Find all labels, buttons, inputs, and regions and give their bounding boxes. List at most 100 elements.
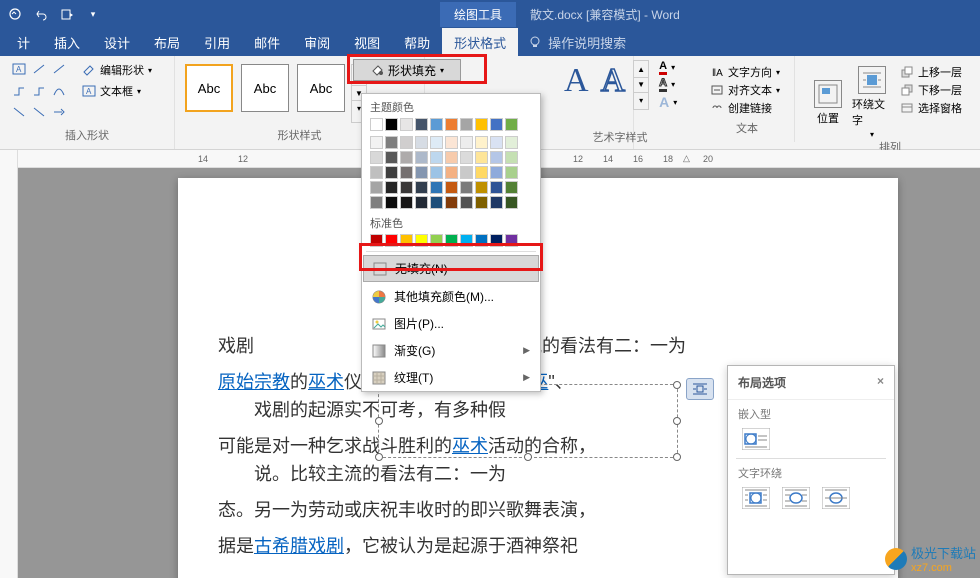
link-greek-drama[interactable]: 古希腊戏剧 [254,536,344,556]
shape-textbox-icon[interactable]: A [10,62,28,76]
color-swatch[interactable] [370,136,383,149]
color-swatch[interactable] [505,136,518,149]
wordart-fill-A[interactable]: A [564,62,589,108]
tab-view[interactable]: 视图 [342,28,392,57]
color-swatch[interactable] [490,181,503,194]
color-swatch[interactable] [400,136,413,149]
color-swatch[interactable] [460,118,473,131]
color-swatch[interactable] [385,151,398,164]
shape-line3-icon[interactable] [10,105,28,119]
selection-pane-button[interactable]: 选择窗格 [900,100,962,116]
color-swatch[interactable] [505,181,518,194]
color-swatch[interactable] [430,151,443,164]
color-swatch[interactable] [475,118,488,131]
color-swatch[interactable] [445,196,458,209]
color-swatch[interactable] [505,166,518,179]
color-swatch[interactable] [475,234,488,247]
tab-insert[interactable]: 插入 [42,28,92,57]
tab-references[interactable]: 引用 [192,28,242,57]
no-fill-item[interactable]: 无填充(N) [363,255,539,282]
resize-handle-w[interactable] [375,417,383,425]
color-swatch[interactable] [415,181,428,194]
color-swatch[interactable] [460,151,473,164]
tab-layout[interactable]: 布局 [142,28,192,57]
color-swatch[interactable] [415,151,428,164]
color-swatch[interactable] [370,196,383,209]
position-button[interactable]: 位置 [808,60,848,139]
shape-style-3[interactable]: Abc [297,64,345,112]
color-swatch[interactable] [370,234,383,247]
wa-gallery-more-icon[interactable]: ▾ [634,93,648,108]
color-swatch[interactable] [385,181,398,194]
color-swatch[interactable] [430,166,443,179]
color-swatch[interactable] [475,181,488,194]
color-swatch[interactable] [415,136,428,149]
edit-shape-button[interactable]: 编辑形状▾ [78,60,156,80]
wrap-through-icon[interactable] [822,487,850,509]
layout-options-anchor[interactable] [686,378,714,400]
textbox-button[interactable]: A文本框▾ [78,81,156,101]
create-link-button[interactable]: 创建链接 [710,100,784,116]
color-swatch[interactable] [475,166,488,179]
color-swatch[interactable] [490,136,503,149]
wrap-tight-icon[interactable] [782,487,810,509]
color-swatch[interactable] [505,151,518,164]
color-swatch[interactable] [430,181,443,194]
color-swatch[interactable] [475,151,488,164]
color-swatch[interactable] [385,118,398,131]
color-swatch[interactable] [490,166,503,179]
color-swatch[interactable] [430,196,443,209]
color-swatch[interactable] [385,136,398,149]
text-outline-button[interactable]: A▾ [659,77,677,92]
shape-fill-button[interactable]: 形状填充 ▾ [353,59,461,81]
shape-curve-icon[interactable] [50,84,68,98]
resize-handle-se[interactable] [673,453,681,461]
color-swatch[interactable] [445,166,458,179]
shape-selection[interactable] [378,384,678,458]
tab-review[interactable]: 审阅 [292,28,342,57]
text-direction-button[interactable]: ‖A文字方向▾ [710,64,784,80]
shape-line2-icon[interactable] [50,62,68,76]
wa-gallery-up-icon[interactable]: ▲ [634,63,648,78]
wrap-inline-icon[interactable] [742,428,770,450]
link-wushu1[interactable]: 巫术 [308,372,344,392]
color-swatch[interactable] [415,166,428,179]
color-swatch[interactable] [460,234,473,247]
tab-shape-format[interactable]: 形状格式 [442,28,518,57]
shape-style-1[interactable]: Abc [185,64,233,112]
wrap-text-button[interactable]: 环绕文字▾ [852,60,892,139]
color-swatch[interactable] [475,196,488,209]
color-swatch[interactable] [415,196,428,209]
color-swatch[interactable] [400,234,413,247]
color-swatch[interactable] [385,234,398,247]
color-swatch[interactable] [490,118,503,131]
color-swatch[interactable] [490,234,503,247]
color-swatch[interactable] [460,166,473,179]
color-swatch[interactable] [505,196,518,209]
shape-elbow-icon[interactable] [10,84,28,98]
color-swatch[interactable] [460,181,473,194]
color-swatch[interactable] [385,196,398,209]
send-backward-button[interactable]: 下移一层 [900,82,962,98]
close-icon[interactable]: × [877,374,884,391]
tab-mailings[interactable]: 邮件 [242,28,292,57]
color-swatch[interactable] [445,118,458,131]
redo-icon[interactable] [60,7,74,21]
color-swatch[interactable] [400,166,413,179]
resize-handle-sw[interactable] [375,453,383,461]
bring-forward-button[interactable]: 上移一层 [900,64,962,80]
color-swatch[interactable] [445,136,458,149]
qat-more-icon[interactable]: ▾ [86,7,100,21]
color-swatch[interactable] [415,234,428,247]
shape-elbow2-icon[interactable] [30,84,48,98]
wa-gallery-down-icon[interactable]: ▼ [634,78,648,93]
shapes-gallery[interactable]: A [8,60,70,127]
text-effects-button[interactable]: A▾ [659,94,677,110]
color-swatch[interactable] [370,166,383,179]
color-swatch[interactable] [400,118,413,131]
resize-handle-ne[interactable] [673,381,681,389]
color-swatch[interactable] [400,181,413,194]
color-swatch[interactable] [400,196,413,209]
gradient-fill-item[interactable]: 渐变(G) ▶ [362,337,540,364]
shape-style-2[interactable]: Abc [241,64,289,112]
